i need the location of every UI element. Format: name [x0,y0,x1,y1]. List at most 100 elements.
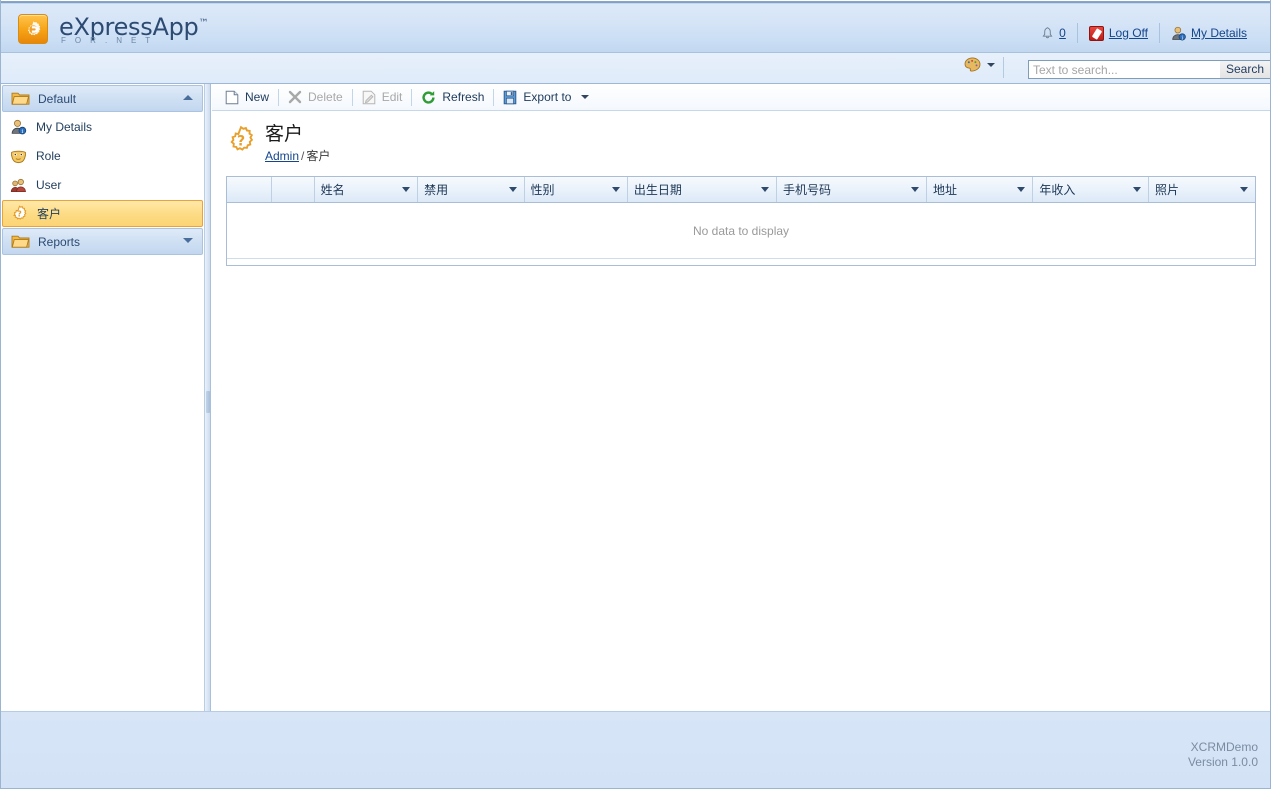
column-filter-icon[interactable] [760,187,769,192]
sidebar-group-label: Default [38,91,77,106]
sidebar-item-label: Role [36,148,61,163]
grid-column-label: 照片 [1154,182,1179,197]
sidebar-item-label: 客户 [37,207,62,221]
mask-icon [11,150,26,163]
column-filter-icon[interactable] [611,187,620,192]
grid-footer [227,258,1255,265]
svg-text:i: i [22,129,24,135]
logoff-link[interactable]: Log Off [1078,23,1159,43]
grid-column-header-blank[interactable] [271,177,315,203]
grid-column-header-blank[interactable] [227,177,273,203]
refresh-button[interactable]: Refresh [413,85,492,109]
new-button[interactable]: New [217,85,277,109]
folder-icon [11,92,30,105]
breadcrumb: Admin / 客户 [265,147,330,164]
logoff-label[interactable]: Log Off [1109,26,1148,40]
breadcrumb-root-link[interactable]: Admin [265,149,299,163]
refresh-label: Refresh [442,90,485,104]
mydetails-label[interactable]: My Details [1191,26,1247,40]
grid-column-label: 姓名 [320,182,345,197]
grid-column-header[interactable]: 照片 [1148,177,1255,203]
notifications-count[interactable]: 0 [1059,26,1066,40]
grid-column-header[interactable]: 性别 [524,177,628,203]
data-grid: 姓名 禁用 性别 出生日期 手机号码 地址 年收入 照片 No data to display [226,176,1256,266]
splitter-grip[interactable] [206,391,210,413]
grid-column-label: 年收入 [1039,182,1076,197]
sidebar-item-role[interactable]: Role [2,141,203,170]
user-group-icon [10,178,26,192]
svg-text:?: ? [17,210,22,219]
sidebar-splitter[interactable] [205,84,211,711]
grid-table: 姓名 禁用 性别 出生日期 手机号码 地址 年收入 照片 [227,177,1255,203]
grid-column-header[interactable]: 姓名 [314,177,419,203]
sidebar-group-default[interactable]: Default [2,85,203,112]
grid-head: 姓名 禁用 性别 出生日期 手机号码 地址 年收入 照片 [227,177,1255,203]
edit-label: Edit [381,90,403,104]
delete-label: Delete [308,90,343,104]
column-filter-icon[interactable] [1132,187,1141,192]
refresh-icon [422,90,435,104]
sidebar-item-customer[interactable]: ? 客户 [2,200,203,227]
footer-version: Version 1.0.0 [1187,755,1258,769]
toolbar-divider-4 [493,88,495,106]
grid-column-label: 手机号码 [782,182,831,197]
new-label: New [245,90,270,104]
app-window: eXpressApp™ F O R . N E T 0 Log Off i My… [0,0,1271,789]
toolbar-divider-3 [411,88,413,106]
export-disk-icon [504,90,517,104]
column-filter-icon[interactable] [910,187,919,192]
grid-column-header[interactable]: 年收入 [1032,177,1149,203]
header-links: 0 Log Off i My Details [1030,22,1258,44]
app-footer: XCRMDemo Version 1.0.0 [1,711,1270,788]
page-header-text: 客户 Admin / 客户 [265,123,330,164]
logoff-icon [1088,25,1104,41]
column-filter-icon[interactable] [508,187,517,192]
column-filter-icon[interactable] [1240,187,1248,192]
user-icon: i [1172,26,1186,41]
theme-picker[interactable] [964,57,995,72]
svg-text:?: ? [237,133,245,149]
toolbar-divider-1 [278,88,280,106]
grid-column-header[interactable]: 出生日期 [627,177,777,203]
app-header: eXpressApp™ F O R . N E T 0 Log Off i My… [1,4,1270,53]
column-filter-icon[interactable] [1017,187,1026,192]
search-button[interactable]: Search [1219,60,1270,79]
toolbar-divider-2 [351,88,353,106]
edit-pencil-icon [362,90,376,104]
user-details-icon: i [11,119,27,135]
bell-icon [1042,27,1053,39]
edit-button[interactable]: Edit [354,85,411,109]
footer-app-name: XCRMDemo [1190,740,1258,754]
footer-info: XCRMDemo Version 1.0.0 [1188,740,1258,770]
gear-logo-icon [27,21,41,36]
sidebar-group-reports[interactable]: Reports [2,228,203,255]
folder-icon [11,235,30,248]
grid-column-header[interactable]: 手机号码 [776,177,927,203]
delete-button[interactable]: Delete [280,85,351,109]
column-filter-icon[interactable] [402,187,411,192]
grid-column-header[interactable]: 禁用 [417,177,525,203]
grid-empty-message: No data to display [227,202,1255,259]
sidebar-item-user[interactable]: User [2,170,203,199]
logo-text: eXpressApp™ F O R . N E T [59,11,208,45]
breadcrumb-separator: / [301,149,305,163]
content-area: New Delete Edit Refresh Export to ? 客户 A… [212,84,1270,711]
grid-column-header[interactable]: 地址 [926,177,1034,203]
export-button[interactable]: Export to [495,85,597,109]
export-label: Export to [523,90,572,104]
palette-icon [964,57,981,72]
logo-badge-icon [18,14,48,44]
breadcrumb-current: 客户 [306,149,331,163]
search-input[interactable] [1028,60,1231,79]
sidebar-item-my-details[interactable]: i My Details [2,112,203,141]
page-header: ? 客户 Admin / 客户 [212,111,1270,164]
sidebar: Default i My Details Role User ? 客户 Repo… [1,84,205,711]
search-bar: Search [1,53,1270,84]
chevron-down-icon [581,95,590,99]
grid-header-row: 姓名 禁用 性别 出生日期 手机号码 地址 年收入 照片 [227,177,1255,203]
mydetails-link[interactable]: i My Details [1160,23,1258,43]
grid-column-label: 地址 [932,182,957,197]
sidebar-item-label: User [36,177,62,192]
notifications-link[interactable]: 0 [1030,23,1077,43]
chevron-up-icon [183,95,193,100]
